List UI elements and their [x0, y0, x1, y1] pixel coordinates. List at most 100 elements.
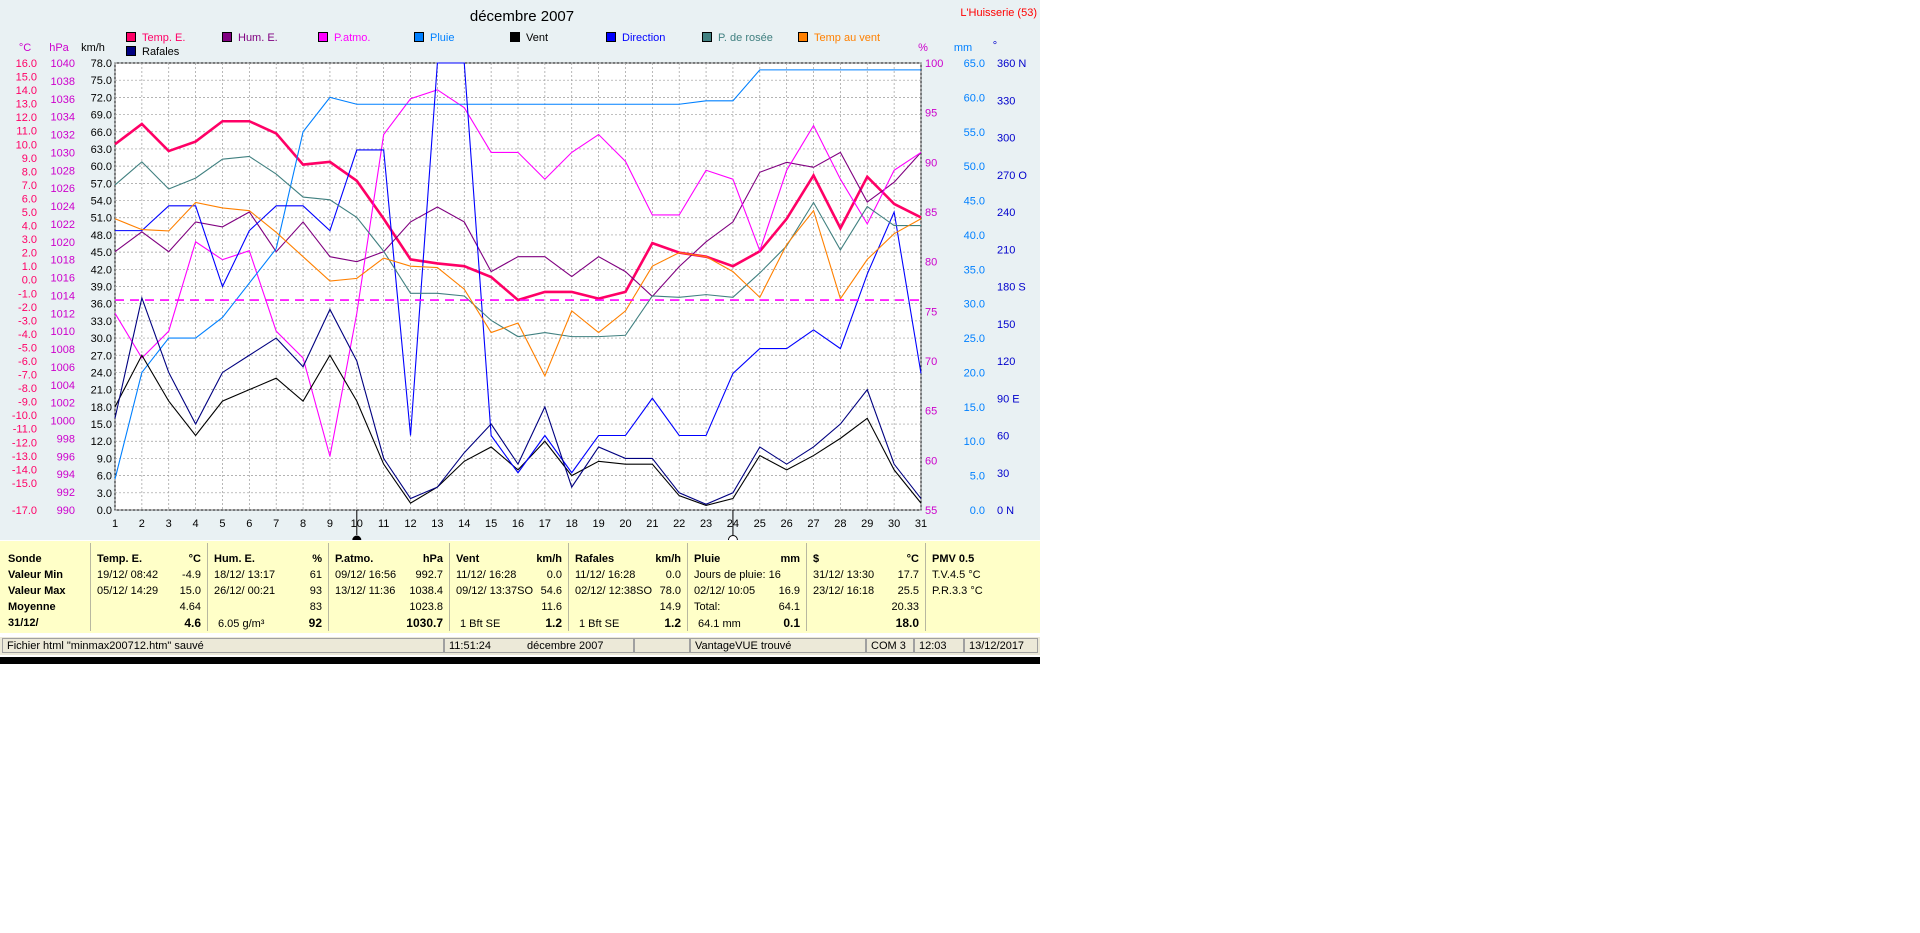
y-tick-pressure: 1010 [51, 326, 75, 338]
legend-item-direction: Direction [606, 32, 665, 44]
y-tick-temp: -13.0 [12, 451, 37, 463]
y-tick-temp: 16.0 [16, 58, 37, 70]
label-min: Valeur Min [8, 569, 64, 581]
y-tick-wind: 66.0 [91, 127, 112, 139]
pluie-total-value: 64.1 [778, 601, 800, 613]
y-tick-wind: 42.0 [91, 264, 112, 276]
hum-head: Hum. E. [214, 553, 255, 565]
y-tick-wind: 60.0 [91, 161, 112, 173]
y-tick-temp: -5.0 [18, 342, 37, 354]
y-tick-direction: 90 E [997, 393, 1020, 405]
x-tick-label: 1 [112, 518, 118, 530]
y-tick-pressure: 1004 [51, 380, 75, 392]
y-tick-temp: -3.0 [18, 315, 37, 327]
stats-col-labels: Sonde Valeur Min Valeur Max Moyenne 31/1… [0, 541, 90, 633]
vent-unit: km/h [536, 553, 562, 565]
s-unit: °C [906, 553, 919, 565]
y-tick-pressure: 1002 [51, 398, 75, 410]
s-current: 18.0 [895, 616, 919, 630]
y-tick-humidity: 60 [925, 455, 937, 467]
y-tick-wind: 51.0 [91, 213, 112, 225]
y-tick-direction: 60 [997, 431, 1009, 443]
stats-col-pmv: PMV 0.5 T.V.4.5 °C P.R.3.3 °C [926, 541, 1040, 633]
label-moyenne: Moyenne [8, 601, 56, 613]
y-tick-pressure: 1016 [51, 273, 75, 285]
pluie-rain-days: Jours de pluie: 16 [694, 569, 781, 581]
y-tick-pressure: 1026 [51, 183, 75, 195]
hum-min-value: 61 [309, 569, 322, 581]
y-tick-direction: 360 N [997, 58, 1026, 70]
y-tick-wind: 24.0 [91, 367, 112, 379]
legend-label: Direction [622, 32, 666, 44]
vent-max-value: 54.6 [540, 585, 562, 597]
hum-max-date: 26/12/ 00:21 [214, 585, 276, 597]
vent-head: Vent [456, 553, 480, 565]
y-tick-humidity: 100 [925, 58, 943, 70]
x-tick-label: 9 [327, 518, 333, 530]
x-tick-label: 23 [700, 518, 712, 530]
y-tick-pressure: 1006 [51, 362, 75, 374]
y-tick-wind: 9.0 [97, 453, 112, 465]
temp-unit: °C [188, 553, 201, 565]
y-tick-wind: 72.0 [91, 92, 112, 104]
vent-current: 1.2 [545, 616, 562, 630]
y-tick-wind: 18.0 [91, 402, 112, 414]
weather-window: 16.0 15.0 14.0 13.0 12.0 11.0 10.0 9.0 8.0 7.0 6.0… [0, 0, 1040, 664]
y-tick-temp: -4.0 [18, 329, 37, 341]
x-tick-label: 6 [246, 518, 252, 530]
stats-col-pluie: Pluie mm Jours de pluie: 16 02/12/ 10:05… [688, 541, 806, 633]
temp-min-date: 19/12/ 08:42 [97, 569, 159, 581]
y-tick-rain: 15.0 [964, 402, 985, 414]
y-tick-rain: 30.0 [964, 299, 985, 311]
y-tick-pressure: 992 [57, 487, 75, 499]
taskbar-strip [0, 657, 1040, 664]
y-tick-wind: 57.0 [91, 178, 112, 190]
legend-label: Vent [526, 32, 549, 44]
y-tick-temp: 3.0 [22, 234, 37, 246]
y-tick-temp: 2.0 [22, 248, 37, 260]
x-tick-label: 19 [592, 518, 604, 530]
y-tick-pressure: 1038 [51, 76, 75, 88]
y-tick-rain: 65.0 [964, 58, 985, 70]
y-tick-wind: 27.0 [91, 350, 112, 362]
unit-temp: °C [19, 42, 31, 54]
y-tick-pressure: 1028 [51, 165, 75, 177]
x-tick-label: 8 [300, 518, 306, 530]
x-tick-label: 11 [378, 518, 389, 530]
y-tick-direction: 30 [997, 468, 1009, 480]
y-tick-direction: 0 N [997, 505, 1014, 517]
pluie-month-total: 64.1 mm [698, 618, 741, 630]
legend-label: P. de rosée [718, 32, 773, 44]
legend-swatch [798, 32, 808, 42]
raf-avg: 14.9 [659, 601, 681, 613]
s-head: $ [813, 553, 820, 565]
x-tick-label: 28 [834, 518, 846, 530]
y-tick-rain: 25.0 [964, 333, 985, 345]
y-tick-rain: 60.0 [964, 92, 985, 104]
y-tick-pressure: 1034 [51, 112, 75, 124]
unit-mm: mm [954, 42, 972, 54]
x-tick-label: 16 [512, 518, 524, 530]
y-tick-wind: 30.0 [91, 333, 112, 345]
status-month: décembre 2007 [527, 640, 604, 652]
y-tick-temp: 1.0 [22, 261, 37, 273]
x-tick-label: 27 [807, 518, 819, 530]
x-tick-label: 22 [673, 518, 685, 530]
y-tick-rain: 10.0 [964, 436, 985, 448]
label-current: 31/12/ [8, 617, 39, 629]
y-tick-wind: 54.0 [91, 196, 112, 208]
y-tick-wind: 3.0 [97, 488, 112, 500]
legend-label: Temp. E. [142, 32, 186, 44]
status-date: 13/12/2017 [964, 638, 1038, 653]
x-tick-label: 26 [781, 518, 793, 530]
y-tick-temp: 9.0 [22, 153, 37, 165]
y-tick-wind: 69.0 [91, 110, 112, 122]
s-min-value: 17.7 [897, 569, 919, 581]
patmo-head: P.atmo. [335, 553, 374, 565]
legend-label: P.atmo. [334, 32, 371, 44]
y-tick-pressure: 1018 [51, 255, 75, 267]
temp-max-value: 15.0 [179, 585, 201, 597]
legend-label: Hum. E. [238, 32, 278, 44]
y-tick-pressure: 1008 [51, 344, 75, 356]
y-tick-humidity: 80 [925, 257, 937, 269]
